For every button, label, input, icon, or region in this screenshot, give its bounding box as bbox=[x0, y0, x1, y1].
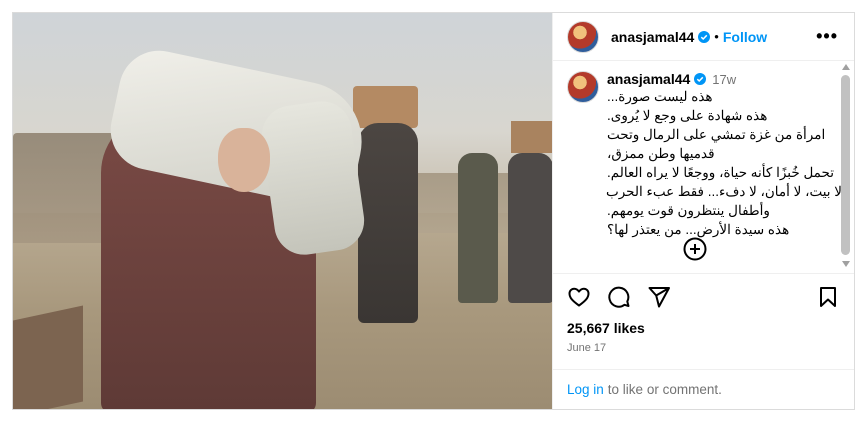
verified-badge-icon bbox=[694, 73, 707, 85]
follow-button[interactable]: Follow bbox=[723, 29, 767, 45]
post-date[interactable]: June 17 bbox=[567, 342, 840, 354]
action-icons bbox=[567, 284, 840, 310]
login-prompt-text: to like or comment. bbox=[607, 382, 722, 397]
caption-line: هذه ليست صورة... bbox=[607, 89, 713, 104]
caption-line: وأطفال ينتظرون قوت يومهم. bbox=[607, 203, 770, 218]
plus-circle-icon[interactable] bbox=[683, 237, 707, 261]
photo-carried-box bbox=[353, 86, 418, 128]
photo-bag-left bbox=[13, 305, 83, 409]
caption-avatar[interactable] bbox=[567, 71, 599, 103]
login-link[interactable]: Log in bbox=[567, 382, 604, 397]
caption-header: anasjamal44 17w bbox=[607, 71, 842, 87]
caption: anasjamal44 17w هذه ليست صورة... هذه شها… bbox=[567, 71, 842, 239]
verified-badge-icon bbox=[698, 30, 711, 43]
like-count[interactable]: 25,667 likes bbox=[567, 320, 840, 336]
photo-man-far-right bbox=[508, 153, 552, 303]
scroll-up-arrow-icon[interactable] bbox=[842, 64, 850, 70]
post-sidebar: anasjamal44 • Follow ••• anasjamal44 17w… bbox=[553, 13, 854, 409]
post-header: anasjamal44 • Follow ••• bbox=[553, 13, 854, 61]
caption-line: هذه شهادة على وجع لا يُروى. bbox=[607, 108, 768, 123]
instagram-post: anasjamal44 • Follow ••• anasjamal44 17w… bbox=[12, 12, 855, 410]
comments-scrollbar[interactable] bbox=[840, 61, 852, 273]
caption-line: قدميها وطن ممزق، bbox=[607, 146, 715, 161]
photo-man-right bbox=[458, 153, 498, 303]
comment-icon[interactable] bbox=[607, 285, 631, 309]
scroll-down-arrow-icon[interactable] bbox=[842, 261, 850, 267]
bookmark-icon[interactable] bbox=[816, 285, 840, 309]
post-photo bbox=[13, 13, 553, 409]
caption-body: anasjamal44 17w هذه ليست صورة... هذه شها… bbox=[605, 71, 842, 239]
caption-line: امرأة من غزة تمشي على الرمال وتحت bbox=[607, 127, 826, 142]
scrollbar-thumb[interactable] bbox=[841, 75, 850, 255]
comments-panel[interactable]: anasjamal44 17w هذه ليست صورة... هذه شها… bbox=[553, 61, 854, 273]
more-options-icon[interactable]: ••• bbox=[816, 26, 838, 47]
photo-carried-box-right bbox=[511, 121, 552, 153]
caption-line: تحمل خُبزًا كأنه حياة، ووجعًا لا يراه ال… bbox=[607, 165, 834, 180]
login-prompt: Log in to like or comment. bbox=[553, 369, 854, 409]
send-icon[interactable] bbox=[647, 285, 671, 309]
caption-line: لا بيت، لا أمان، لا دفء... فقط عبء الحرب bbox=[605, 184, 842, 199]
caption-time[interactable]: 17w bbox=[712, 72, 736, 87]
post-actions: 25,667 likes June 17 bbox=[553, 273, 854, 369]
photo-woman-face bbox=[218, 128, 270, 192]
load-more-comments bbox=[553, 237, 836, 261]
photo-man-center bbox=[358, 123, 418, 323]
caption-username[interactable]: anasjamal44 bbox=[607, 71, 690, 87]
avatar[interactable] bbox=[567, 20, 599, 53]
separator-dot: • bbox=[714, 29, 719, 44]
heart-icon[interactable] bbox=[567, 285, 591, 309]
header-username[interactable]: anasjamal44 bbox=[611, 29, 694, 45]
